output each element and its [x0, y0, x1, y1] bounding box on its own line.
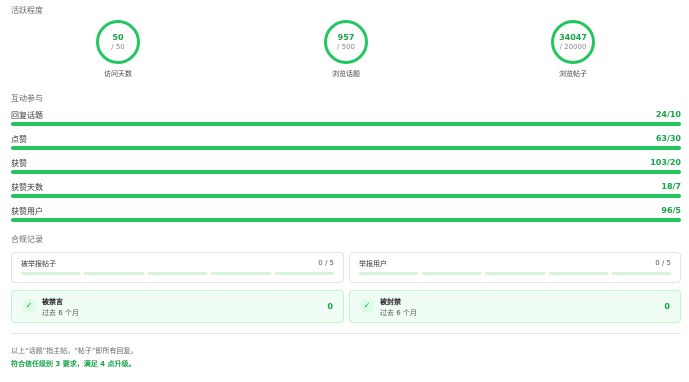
- segment: [84, 272, 144, 275]
- flagged-posts-card: 被举报帖子 0 / 5: [11, 252, 344, 283]
- progress-track: [11, 170, 681, 174]
- card-count: 0 / 5: [318, 259, 334, 267]
- progress-fill: [11, 170, 681, 174]
- requirement-status: 符合信任级别 3 要求，满足 4 点升级。: [11, 360, 136, 368]
- topics-viewed-stat: 957 / 500 浏览话题: [306, 20, 386, 79]
- check-icon: ✓: [22, 299, 36, 313]
- progress-value: 103/20: [650, 158, 681, 167]
- activity-section-title: 活跃程度: [11, 6, 43, 15]
- progress-value: 18/7: [661, 182, 681, 191]
- segment: [211, 272, 271, 275]
- progress-value: 24/10: [655, 110, 681, 119]
- stat-value: 50: [112, 32, 124, 42]
- flagged-users-card: 举报用户 0 / 5: [349, 252, 681, 283]
- segment: [359, 272, 419, 275]
- progress-fill: [11, 218, 681, 222]
- segment: [548, 272, 608, 275]
- card-count: 0 / 5: [655, 259, 671, 267]
- progress-track: [11, 218, 681, 222]
- stat-value: 34047: [559, 32, 587, 42]
- interaction-section-title: 互动参与: [11, 94, 43, 103]
- count-segments: [21, 272, 335, 275]
- progress-ring: 34047 / 20000: [551, 20, 595, 64]
- progress-track: [11, 194, 681, 198]
- segment: [422, 272, 482, 275]
- compliance-section-title: 合规记录: [11, 235, 43, 244]
- progress-value: 96/5: [661, 206, 681, 215]
- card-value: 0: [327, 302, 333, 311]
- card-title: 被禁言: [42, 298, 63, 306]
- stat-label: 访问天数: [104, 70, 132, 78]
- count-segments: [359, 272, 672, 275]
- progress-track: [11, 122, 681, 126]
- stat-label: 浏览话题: [332, 70, 360, 78]
- stat-total: / 20000: [559, 42, 587, 51]
- check-icon: ✓: [360, 299, 374, 313]
- suspended-card: ✓ 被封禁 过去 6 个月 0: [349, 290, 681, 323]
- stat-label: 浏览帖子: [559, 70, 587, 78]
- progress-label: 获赞天数: [11, 183, 43, 192]
- progress-label: 获赞用户: [11, 207, 43, 216]
- card-subtitle: 过去 6 个月: [42, 309, 79, 317]
- segment: [274, 272, 335, 275]
- stat-value: 957: [337, 32, 355, 42]
- segment: [485, 272, 545, 275]
- divider: [11, 333, 681, 334]
- card-label: 举报用户: [359, 260, 387, 268]
- card-value: 0: [664, 302, 670, 311]
- silenced-card: ✓ 被禁言 过去 6 个月 0: [11, 290, 344, 323]
- segment: [147, 272, 208, 275]
- progress-label: 回复话题: [11, 111, 43, 120]
- stat-total: / 50: [111, 42, 125, 51]
- segment: [21, 272, 81, 275]
- visit-days-stat: 50 / 50 访问天数: [78, 20, 158, 79]
- card-title: 被封禁: [380, 298, 401, 306]
- progress-track: [11, 146, 681, 150]
- card-label: 被举报帖子: [21, 260, 56, 268]
- stat-total: / 500: [337, 42, 355, 51]
- segment: [611, 272, 672, 275]
- footnote: 以上“话题”指主帖，“帖子”即所有回复。: [11, 347, 138, 355]
- progress-value: 63/30: [655, 134, 681, 143]
- progress-label: 获赞: [11, 159, 27, 168]
- progress-fill: [11, 194, 681, 198]
- card-subtitle: 过去 6 个月: [380, 309, 417, 317]
- posts-read-stat: 34047 / 20000 浏览帖子: [533, 20, 613, 79]
- progress-fill: [11, 146, 681, 150]
- progress-fill: [11, 122, 681, 126]
- progress-ring: 50 / 50: [96, 20, 140, 64]
- progress-label: 点赞: [11, 135, 27, 144]
- progress-ring: 957 / 500: [324, 20, 368, 64]
